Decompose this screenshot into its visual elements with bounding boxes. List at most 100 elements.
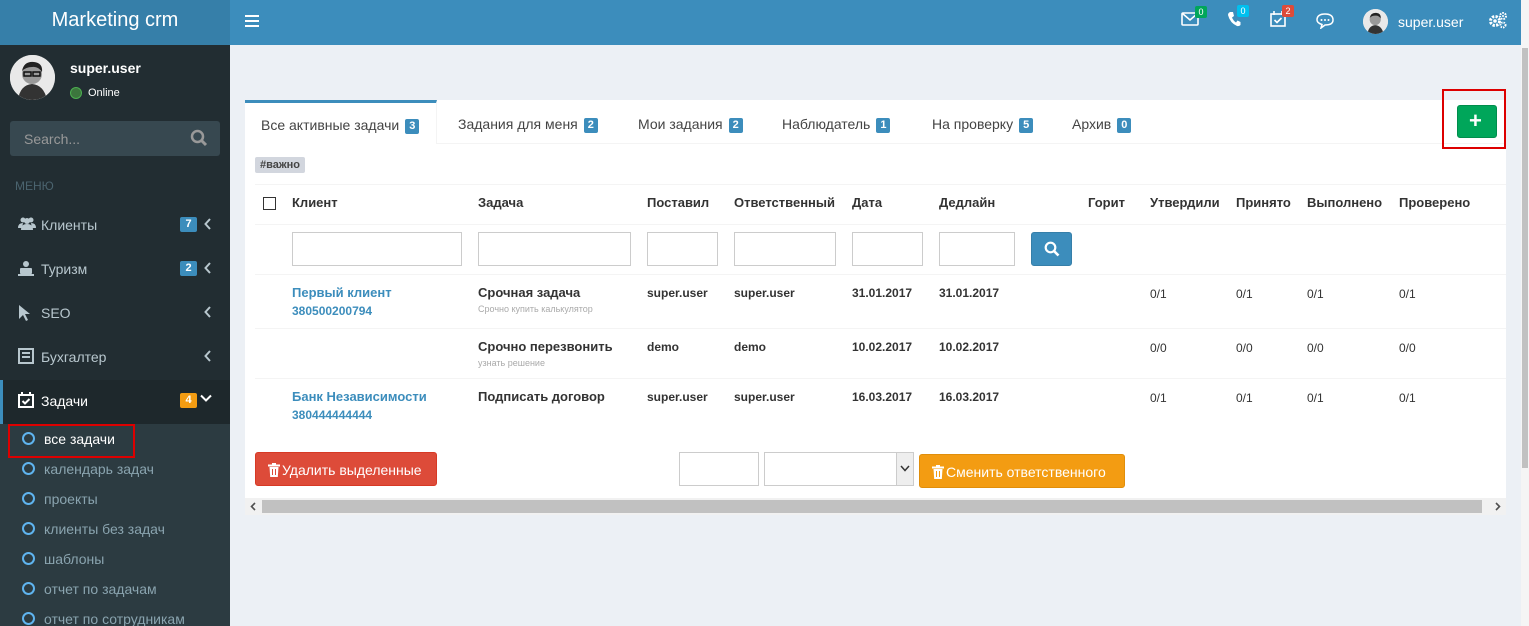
change-responsible-button[interactable]: Сменить ответственного [919,454,1125,488]
divider [255,224,1506,225]
submenu-task-calendar[interactable]: календарь задач [0,455,230,485]
set-by: demo [647,340,680,354]
approved: 0/0 [1150,341,1167,355]
app-logo[interactable]: Marketing crm [0,0,230,45]
sidebar-item-label: SEO [41,305,71,321]
tab-label: Мои задания [638,116,723,132]
sidebar-item-seo[interactable]: SEO [0,292,230,336]
checked: 0/1 [1399,391,1416,405]
client-link[interactable]: Банк Независимости [292,389,427,404]
col-header-responsible[interactable]: Ответственный [734,195,835,210]
scroll-left-icon[interactable] [250,502,256,511]
chat-button[interactable] [1316,13,1334,32]
tab-badge: 2 [583,118,598,133]
user-name: super.user [70,60,141,76]
users-icon [18,217,36,230]
tab-archive[interactable]: Архив 0 [1072,100,1132,144]
tasks-notify-button[interactable]: 2 [1270,5,1294,30]
date: 16.03.2017 [852,390,913,404]
filter-set-by-input[interactable] [647,232,718,266]
filter-search-button[interactable] [1031,232,1072,266]
search-icon[interactable] [190,129,208,147]
tab-badge: 5 [1019,118,1034,133]
col-header-approved[interactable]: Утвердили [1150,195,1220,210]
filter-client-input[interactable] [292,232,462,266]
tab-badge: 2 [728,118,743,133]
tab-tasks-for-me[interactable]: Задания для меня 2 [458,100,598,144]
tab-my-tasks[interactable]: Мои задания 2 [638,100,743,144]
tab-observer[interactable]: Наблюдатель 1 [782,100,891,144]
select-all-checkbox[interactable] [263,197,276,210]
filter-deadline-input[interactable] [939,232,1015,266]
client-phone[interactable]: 380444444444 [292,408,372,422]
tab-badge: 0 [1117,118,1132,133]
col-header-checked[interactable]: Проверено [1399,195,1470,210]
submenu-clients-without-tasks[interactable]: клиенты без задач [0,515,230,545]
user-menu[interactable]: super.user [1363,9,1463,34]
chevron-down-icon [900,465,910,472]
col-header-set-by[interactable]: Поставил [647,195,709,210]
calls-button[interactable]: 0 [1227,5,1249,30]
filter-task-input[interactable] [478,232,631,266]
sidebar-item-label: Клиенты [41,217,98,233]
tab-for-review[interactable]: На проверку 5 [932,100,1034,144]
task-title[interactable]: Срочная задача [478,285,580,300]
col-header-date[interactable]: Дата [852,195,882,210]
tasks-tabs: Все активные задачи 3 Задания для меня 2 М… [245,100,1506,144]
tab-label: Задания для меня [458,116,578,132]
responsible: super.user [734,390,795,404]
tab-all-active-tasks[interactable]: Все активные задачи 3 [245,100,437,144]
count-badge: 7 [180,217,197,232]
tag-important[interactable]: #важно [255,157,306,173]
responsible-id-input[interactable] [679,452,759,486]
highlight-box [1442,89,1506,149]
client-link[interactable]: Первый клиент [292,285,392,300]
horizontal-scrollbar[interactable] [245,498,1506,515]
deadline: 16.03.2017 [939,390,1000,404]
sidebar: Marketing crm super.user Online Search..… [0,0,230,626]
vertical-scrollbar[interactable] [1521,0,1529,626]
col-header-accepted[interactable]: Принято [1236,195,1291,210]
trash-icon [268,463,280,477]
scroll-right-icon[interactable] [1495,502,1501,511]
submenu-employee-report[interactable]: отчет по сотрудникам [0,605,230,626]
submenu-projects[interactable]: проекты [0,485,230,515]
approved: 0/1 [1150,287,1167,301]
scroll-thumb[interactable] [262,500,1482,513]
col-header-done[interactable]: Выполнено [1307,195,1382,210]
col-header-deadline[interactable]: Дедлайн [939,195,995,210]
user-status: Online [70,87,120,99]
top-navbar: 0 0 2 super.user [230,0,1521,45]
filter-responsible-input[interactable] [734,232,836,266]
task-title[interactable]: Срочно перезвонить [478,339,613,354]
approved: 0/1 [1150,391,1167,405]
count-badge: 4 [180,393,197,408]
sidebar-item-clients[interactable]: Клиенты 7 [0,204,230,248]
col-header-hot[interactable]: Горит [1088,195,1125,210]
scroll-thumb[interactable] [1522,48,1528,468]
filter-date-input[interactable] [852,232,923,266]
messages-button[interactable]: 0 [1181,6,1207,29]
date: 31.01.2017 [852,286,913,300]
online-dot-icon [70,87,82,99]
date: 10.02.2017 [852,340,913,354]
responsible: demo [734,340,767,354]
sidebar-search-input[interactable]: Search... [10,121,220,156]
search-placeholder: Search... [24,131,81,147]
hamburger-menu-icon[interactable] [245,15,259,27]
client-phone[interactable]: 380500200794 [292,304,372,318]
select-arrow[interactable] [896,453,913,485]
submenu-templates[interactable]: шаблоны [0,545,230,575]
chevron-left-icon [204,218,211,230]
col-header-client[interactable]: Клиент [292,195,338,210]
responsible-select[interactable] [764,452,914,486]
task-title[interactable]: Подписать договор [478,389,605,404]
sidebar-item-tourism[interactable]: Туризм 2 [0,248,230,292]
highlight-box [8,424,135,458]
sidebar-item-accountant[interactable]: Бухгалтер [0,336,230,380]
submenu-task-report[interactable]: отчет по задачам [0,575,230,605]
delete-selected-button[interactable]: Удалить выделенные [255,452,437,486]
col-header-task[interactable]: Задача [478,195,523,210]
sidebar-item-tasks[interactable]: Задачи 4 [0,380,230,424]
gears-icon[interactable] [1488,11,1508,29]
